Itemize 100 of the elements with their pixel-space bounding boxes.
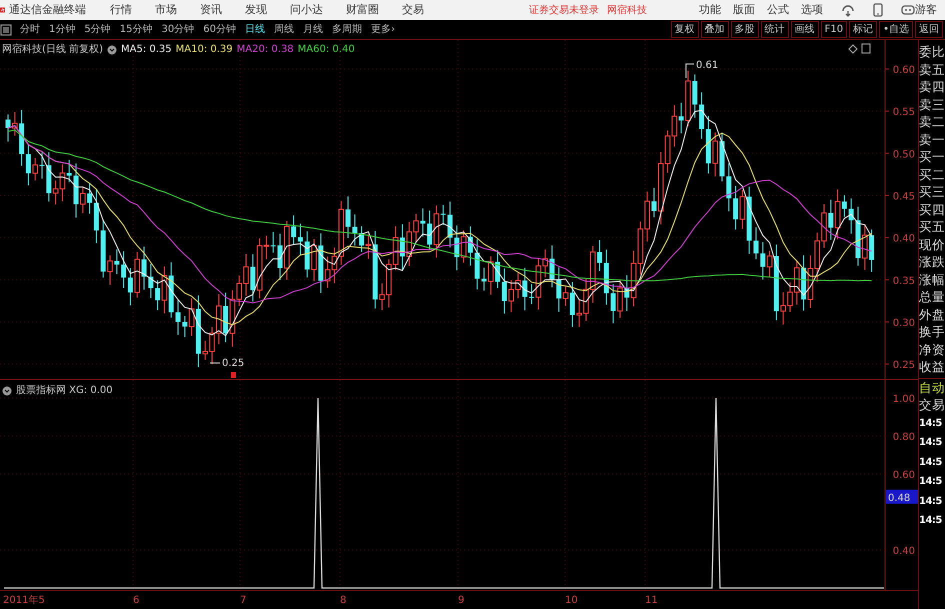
period-tab[interactable]: 多周期: [332, 22, 362, 37]
quote-field-label: 买四: [919, 200, 945, 218]
trade-time: 14:5: [919, 436, 943, 450]
axis-tick: [884, 279, 890, 280]
period-tab[interactable]: 1分钟: [49, 22, 76, 37]
candlestick: [448, 201, 452, 248]
menu-item[interactable]: 行情: [110, 2, 132, 18]
quote-field-label: 现价: [919, 236, 945, 253]
toolbar-button[interactable]: 多股: [730, 21, 759, 38]
axis-label: 1.00: [892, 394, 915, 405]
menu-item[interactable]: 财富圈: [346, 2, 379, 18]
period-tab[interactable]: 日线: [244, 22, 265, 37]
toolbar-button[interactable]: 叠加: [700, 21, 729, 38]
period-tab[interactable]: 60分钟: [203, 22, 236, 37]
date-label: 8: [340, 594, 346, 608]
auto-trade-label[interactable]: 自动: [919, 378, 945, 396]
message-icon[interactable]: [901, 4, 915, 16]
trade-time: 14:5: [919, 514, 943, 528]
candlestick: [550, 244, 554, 288]
indicator-legend: MA20: 0.38: [236, 42, 294, 57]
trade-label: 交易: [919, 396, 945, 414]
quote-field-label: 涨跌: [919, 253, 945, 270]
axis-label: 0.60: [892, 65, 915, 76]
axis-label: 0.40: [892, 234, 915, 245]
quote-field-label: 换手: [919, 323, 945, 340]
axis-label: 0.30: [892, 318, 915, 329]
axis-tick: [884, 152, 890, 154]
candlestick: [278, 233, 282, 281]
quote-field-label: 卖四: [919, 78, 945, 96]
user-label[interactable]: 游客: [915, 2, 937, 18]
axis-tick: [884, 110, 890, 112]
candlestick: [74, 162, 78, 218]
quote-field-label: 涨幅: [919, 270, 945, 288]
dropdown-icon[interactable]: [2, 386, 12, 396]
period-tab[interactable]: 30分钟: [161, 22, 194, 37]
period-tab[interactable]: 更多›: [370, 22, 395, 37]
quote-field-label: 买三: [919, 183, 945, 200]
candlestick: [6, 114, 10, 142]
quote-field-label: 卖二: [919, 113, 945, 130]
indicator-legend: MA60: 0.40: [298, 42, 355, 57]
candlestick: [352, 214, 358, 246]
cloud-download-icon[interactable]: [841, 4, 855, 16]
trade-time: 14:5: [919, 456, 943, 470]
quote-field-label: 买五: [919, 218, 945, 236]
toolbar-button[interactable]: 复权: [670, 21, 699, 38]
quote-field-label: 收益: [919, 358, 945, 376]
notice-link[interactable]: 证券交易未登录: [529, 2, 599, 18]
axis-label: 0.55: [892, 107, 915, 118]
toolbar-item[interactable]: 公式: [767, 2, 789, 18]
trade-time: 14:5: [919, 494, 943, 509]
toolbar-item[interactable]: 选项: [801, 2, 823, 18]
period-tab[interactable]: 月线: [302, 22, 323, 37]
panel-icon: [862, 44, 870, 54]
candlestick: [726, 162, 732, 212]
window-icon[interactable]: [0, 24, 12, 36]
date-label: 11: [645, 594, 658, 608]
period-tab[interactable]: 5分钟: [84, 22, 111, 37]
candlestick: [346, 196, 350, 239]
axis-tick: [884, 68, 890, 70]
toolbar-button[interactable]: 画线: [790, 21, 819, 38]
menu-item[interactable]: 资讯: [200, 2, 222, 18]
toolbar-item[interactable]: 功能: [699, 2, 721, 18]
period-tab[interactable]: 15分钟: [120, 22, 152, 37]
app-title: 通达信金融终端: [9, 2, 86, 18]
current-value-tag: 0.48: [886, 490, 918, 504]
quote-field-label: 卖三: [919, 96, 945, 113]
quote-field-label: 净资: [919, 340, 945, 358]
dropdown-icon[interactable]: [106, 44, 117, 54]
indicator-title: 股票指标网 XG: 0.00: [16, 384, 113, 398]
candlestick: [754, 226, 758, 260]
toolbar-button[interactable]: 统计: [760, 21, 789, 38]
period-tab[interactable]: 分时: [20, 22, 40, 37]
toolbar-item[interactable]: 版面: [733, 2, 755, 18]
toolbar-button[interactable]: •自选: [879, 21, 913, 38]
candlestick: [474, 238, 480, 290]
indicator-legend: MA5: 0.35: [120, 42, 172, 57]
menu-item[interactable]: 发现: [245, 2, 267, 18]
date-label: 2011年5: [3, 594, 45, 608]
toolbar-button[interactable]: 返回: [915, 21, 943, 38]
candlestick: [720, 132, 724, 182]
trade-time: 14:5: [919, 475, 943, 490]
toolbar-button[interactable]: 标记: [849, 21, 878, 38]
axis-tick: [884, 194, 890, 196]
axis-label: 0.50: [892, 149, 915, 160]
quote-field-label: 卖一: [919, 130, 945, 148]
indicator-legend: MA10: 0.39: [176, 42, 233, 57]
quote-field-label: 卖五: [919, 60, 945, 78]
menu-item[interactable]: 市场: [155, 2, 177, 18]
period-tab[interactable]: 周线: [274, 22, 294, 37]
date-label: 6: [133, 594, 140, 608]
menu-item[interactable]: 交易: [402, 2, 424, 18]
axis-tick: [884, 321, 890, 322]
date-label: 9: [458, 594, 464, 608]
axis-tick: [884, 237, 890, 238]
menu-item[interactable]: 问小达: [290, 2, 323, 18]
quote-field-label: 总量: [919, 288, 945, 306]
toolbar-button[interactable]: F10: [820, 21, 848, 38]
notice-link[interactable]: 网宿科技: [607, 2, 647, 18]
phone-icon[interactable]: [873, 3, 883, 17]
axis-label: 0.80: [892, 432, 915, 443]
